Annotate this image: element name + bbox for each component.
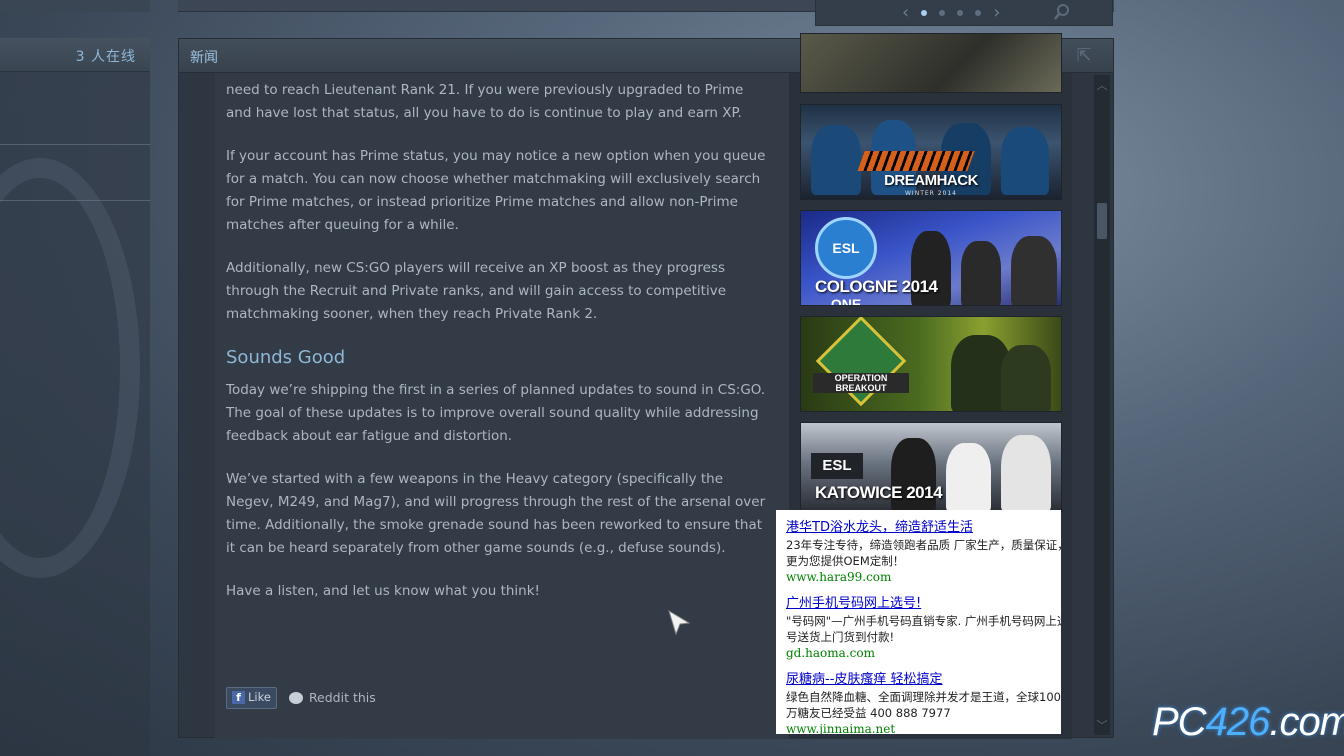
carousel-dot[interactable] [939, 9, 946, 16]
ad-title-link[interactable]: 广州手机号码网上选号! [786, 595, 1061, 613]
online-status: 3 人在线 [75, 49, 136, 65]
event-label: KATOWICE 2014 [815, 483, 943, 502]
background-emblem [0, 158, 140, 578]
scrollbar[interactable]: ︿ ﹀ [1094, 75, 1110, 735]
section-heading: Sounds Good [226, 347, 346, 368]
event-label: OPERATION BREAKOUT [813, 373, 909, 393]
chevron-right-icon[interactable]: › [993, 3, 1000, 22]
ad-item: 港华TD浴水龙头，缔造舒适生活 23年专注专待，缔造领跑者品质 厂家生产，质量保… [786, 519, 1061, 586]
watermark-sub: 426 [1205, 700, 1271, 744]
chevron-left-icon[interactable]: ‹ [902, 3, 909, 22]
event-label: COLOGNE 2014 [815, 277, 938, 296]
ad-title-link[interactable]: 港华TD浴水龙头，缔造舒适生活 [786, 519, 1061, 537]
facebook-icon: f [232, 691, 245, 704]
ad-title-link[interactable]: 尿糖病--皮肤瘙痒 轻松搞定 [786, 671, 1061, 689]
event-sublabel: WINTER 2014 [905, 190, 957, 197]
event-badge: ESL [811, 453, 863, 479]
ad-description: 绿色自然降血糖、全面调理除并发才是王道，全球1000万糖友已经受益 400 88… [786, 690, 1061, 720]
ad-item: 广州手机号码网上选号! "号码网"—广州手机号码直销专家. 广州手机号码网上选号… [786, 595, 1061, 662]
ad-url[interactable]: gd.haoma.com [786, 645, 1061, 662]
friends-panel: 3 人在线 [0, 38, 150, 756]
event-banner-dreamhack[interactable]: DREAMHACK WINTER 2014 [800, 104, 1062, 200]
event-banner[interactable] [800, 33, 1062, 93]
mouse-cursor-icon [668, 610, 690, 636]
reddit-label: Reddit this [308, 690, 376, 705]
watermark-tail: .com [1269, 700, 1344, 744]
facebook-like-button[interactable]: f Like [226, 686, 277, 709]
event-label: DREAMHACK [884, 172, 978, 189]
article-paragraph: We’ve started with a few weapons in the … [226, 471, 766, 556]
carousel-dot[interactable] [957, 9, 964, 16]
ad-url[interactable]: www.jinnaima.net [786, 721, 1061, 734]
event-banner-katowice[interactable]: ESL KATOWICE 2014 [800, 422, 1062, 512]
article-paragraph: Today we’re shipping the first in a seri… [226, 382, 766, 444]
article-body: need to reach Lieutenant Rank 21. If you… [215, 73, 789, 739]
scroll-up-icon[interactable]: ︿ [1094, 77, 1110, 93]
carousel-dot[interactable] [921, 9, 928, 16]
event-banner-breakout[interactable]: OPERATION BREAKOUT [800, 316, 1062, 412]
article-paragraph: If your account has Prime status, you ma… [226, 148, 766, 233]
divider [0, 144, 150, 145]
online-bar[interactable]: 3 人在线 [0, 38, 150, 72]
carousel-dot[interactable] [975, 9, 982, 16]
reddit-icon [288, 691, 303, 704]
article-paragraph: need to reach Lieutenant Rank 21. If you… [226, 82, 744, 121]
ad-url[interactable]: www.hara99.com [786, 569, 1061, 586]
search-icon[interactable] [1054, 4, 1070, 20]
like-label: Like [248, 690, 271, 704]
reddit-share-link[interactable]: Reddit this [288, 686, 376, 709]
carousel-nav: ‹ › [815, 0, 1113, 26]
ad-description: 23年专注专待，缔造领跑者品质 厂家生产，质量保证，更为您提供OEM定制！ [786, 538, 1061, 568]
event-badge: ESL ONE [815, 217, 877, 305]
event-banner-cologne[interactable]: ESL ONE COLOGNE 2014 [800, 210, 1062, 306]
ad-overlay: 港华TD浴水龙头，缔造舒适生活 23年专注专待，缔造领跑者品质 厂家生产，质量保… [776, 510, 1061, 734]
left-top-strip [0, 0, 150, 12]
news-title: 新闻 [190, 50, 218, 66]
ad-item: 尿糖病--皮肤瘙痒 轻松搞定 绿色自然降血糖、全面调理除并发才是王道，全球100… [786, 671, 1061, 734]
scroll-thumb[interactable] [1097, 203, 1107, 239]
share-row: f Like Reddit this [226, 686, 376, 709]
site-watermark: PC426.com [1152, 700, 1344, 745]
ad-description: "号码网"—广州手机号码直销专家. 广州手机号码网上选号送货上门货到付款! [786, 614, 1061, 644]
external-link-icon[interactable]: ⇱ [1073, 45, 1095, 67]
article-paragraph: Additionally, new CS:GO players will rec… [226, 260, 727, 322]
watermark-main: PC [1152, 700, 1207, 744]
article-paragraph: Have a listen, and let us know what you … [226, 583, 540, 599]
scroll-down-icon[interactable]: ﹀ [1094, 717, 1110, 733]
